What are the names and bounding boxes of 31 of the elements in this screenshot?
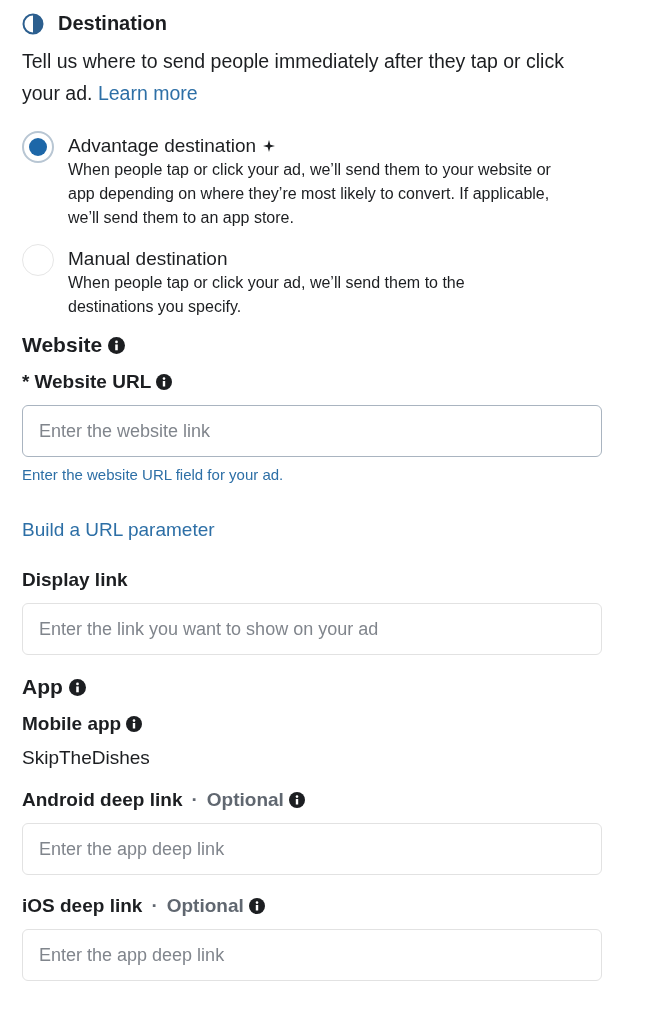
info-icon[interactable] [156, 374, 173, 390]
option-label: Manual destination [68, 247, 228, 271]
url-parameter-link[interactable]: Build a URL parameter [22, 519, 215, 541]
info-icon[interactable] [248, 898, 265, 914]
learn-more-link[interactable]: Learn more [97, 82, 198, 104]
required-mark: * [22, 371, 30, 393]
section-title: Destination [58, 12, 167, 35]
section-heading: App [22, 675, 63, 699]
field-label: Android deep link [22, 789, 183, 811]
option-description: When people tap or click your ad, we’ll send them to the destinations you specify. [68, 273, 466, 317]
half-circle-icon [22, 12, 44, 35]
radio-button[interactable] [22, 131, 54, 163]
field-label: Display link [22, 569, 128, 591]
section-heading: Website [22, 333, 103, 357]
optional-label: Optional [206, 789, 284, 811]
input-field[interactable]: Enter the website link [22, 405, 602, 457]
description-text: Tell us where to send people immediately after they tap or click your ad. Learn more [22, 49, 565, 106]
option-description: When people tap or click your ad, we’ll send them to your website or app depending on where they’re most likely to convert. If applicable, we’ll send them to an app store. [68, 160, 552, 228]
info-icon[interactable] [68, 678, 86, 696]
option-label: Advantage destination [68, 134, 257, 158]
separator-dot: · [191, 789, 198, 811]
info-icon[interactable] [288, 792, 305, 808]
field-label: iOS deep link [22, 895, 143, 917]
field-label: Website URL [34, 371, 152, 393]
app-name: SkipTheDishes [22, 747, 151, 769]
optional-label: Optional [166, 895, 244, 917]
separator-dot: · [151, 895, 158, 917]
info-icon[interactable] [108, 336, 126, 354]
field-label: Mobile app [22, 713, 122, 735]
helper-text: Enter the website URL field for your ad. [22, 466, 285, 483]
info-icon[interactable] [126, 716, 143, 732]
